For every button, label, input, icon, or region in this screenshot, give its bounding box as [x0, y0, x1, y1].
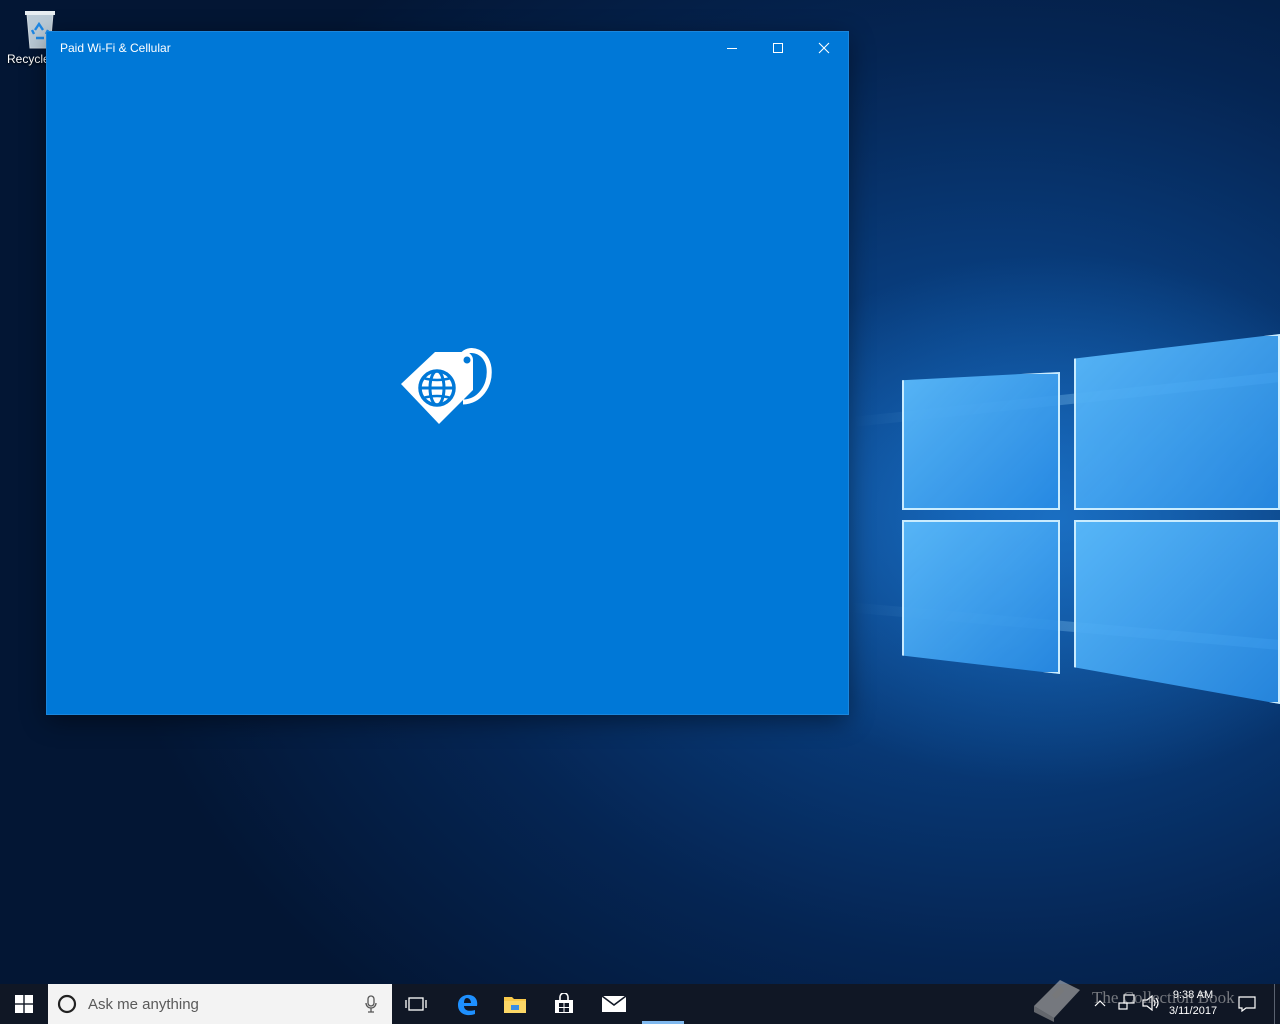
- task-view-icon: [405, 997, 427, 1011]
- search-box[interactable]: Ask me anything: [48, 984, 392, 1024]
- clock-time: 9:38 AM: [1172, 989, 1214, 1001]
- close-icon: [818, 42, 830, 54]
- window-title: Paid Wi-Fi & Cellular: [60, 41, 171, 55]
- file-explorer-icon: [504, 997, 526, 1013]
- taskbar-edge[interactable]: [443, 984, 491, 1024]
- minimize-button[interactable]: [709, 32, 755, 64]
- wallpaper-pane: [1074, 520, 1280, 704]
- taskbar-file-explorer[interactable]: [491, 984, 539, 1024]
- maximize-button[interactable]: [755, 32, 801, 64]
- wallpaper-pane: [902, 520, 1060, 674]
- store-icon: [555, 993, 573, 1013]
- mail-icon: [601, 995, 627, 1012]
- windows-logo-icon: [15, 995, 33, 1013]
- close-button[interactable]: [801, 32, 847, 64]
- task-view-button[interactable]: [392, 984, 440, 1024]
- taskbar-store[interactable]: [540, 984, 588, 1024]
- volume-icon[interactable]: [1142, 995, 1160, 1011]
- minimize-icon: [727, 48, 737, 49]
- taskbar: Ask me anything 9:38 AM 3/11/2017: [0, 984, 1280, 1024]
- title-bar[interactable]: Paid Wi-Fi & Cellular: [47, 32, 848, 64]
- edge-icon: [458, 994, 478, 1016]
- action-center-icon[interactable]: [1238, 996, 1256, 1012]
- sim-tag-globe-icon: [397, 346, 497, 430]
- microphone-icon[interactable]: [364, 995, 378, 1013]
- show-hidden-icons-icon[interactable]: [1094, 999, 1106, 1007]
- search-placeholder: Ask me anything: [88, 996, 199, 1013]
- wallpaper-pane: [902, 372, 1060, 510]
- clock-date: 3/11/2017: [1168, 1005, 1218, 1017]
- wallpaper-pane: [1074, 334, 1280, 510]
- taskbar-app-paid-wifi[interactable]: [642, 984, 684, 1024]
- maximize-icon: [773, 43, 783, 53]
- show-desktop-button[interactable]: [1274, 984, 1280, 1024]
- desktop: Recycle Paid Wi-Fi & Cellular: [0, 0, 1280, 984]
- network-icon[interactable]: [1118, 994, 1136, 1012]
- taskbar-mail[interactable]: [590, 984, 638, 1024]
- start-button[interactable]: [0, 984, 48, 1024]
- cortana-icon: [57, 994, 77, 1014]
- tray-clock[interactable]: 9:38 AM 3/11/2017: [1160, 987, 1226, 1019]
- app-window[interactable]: Paid Wi-Fi & Cellular: [47, 32, 848, 714]
